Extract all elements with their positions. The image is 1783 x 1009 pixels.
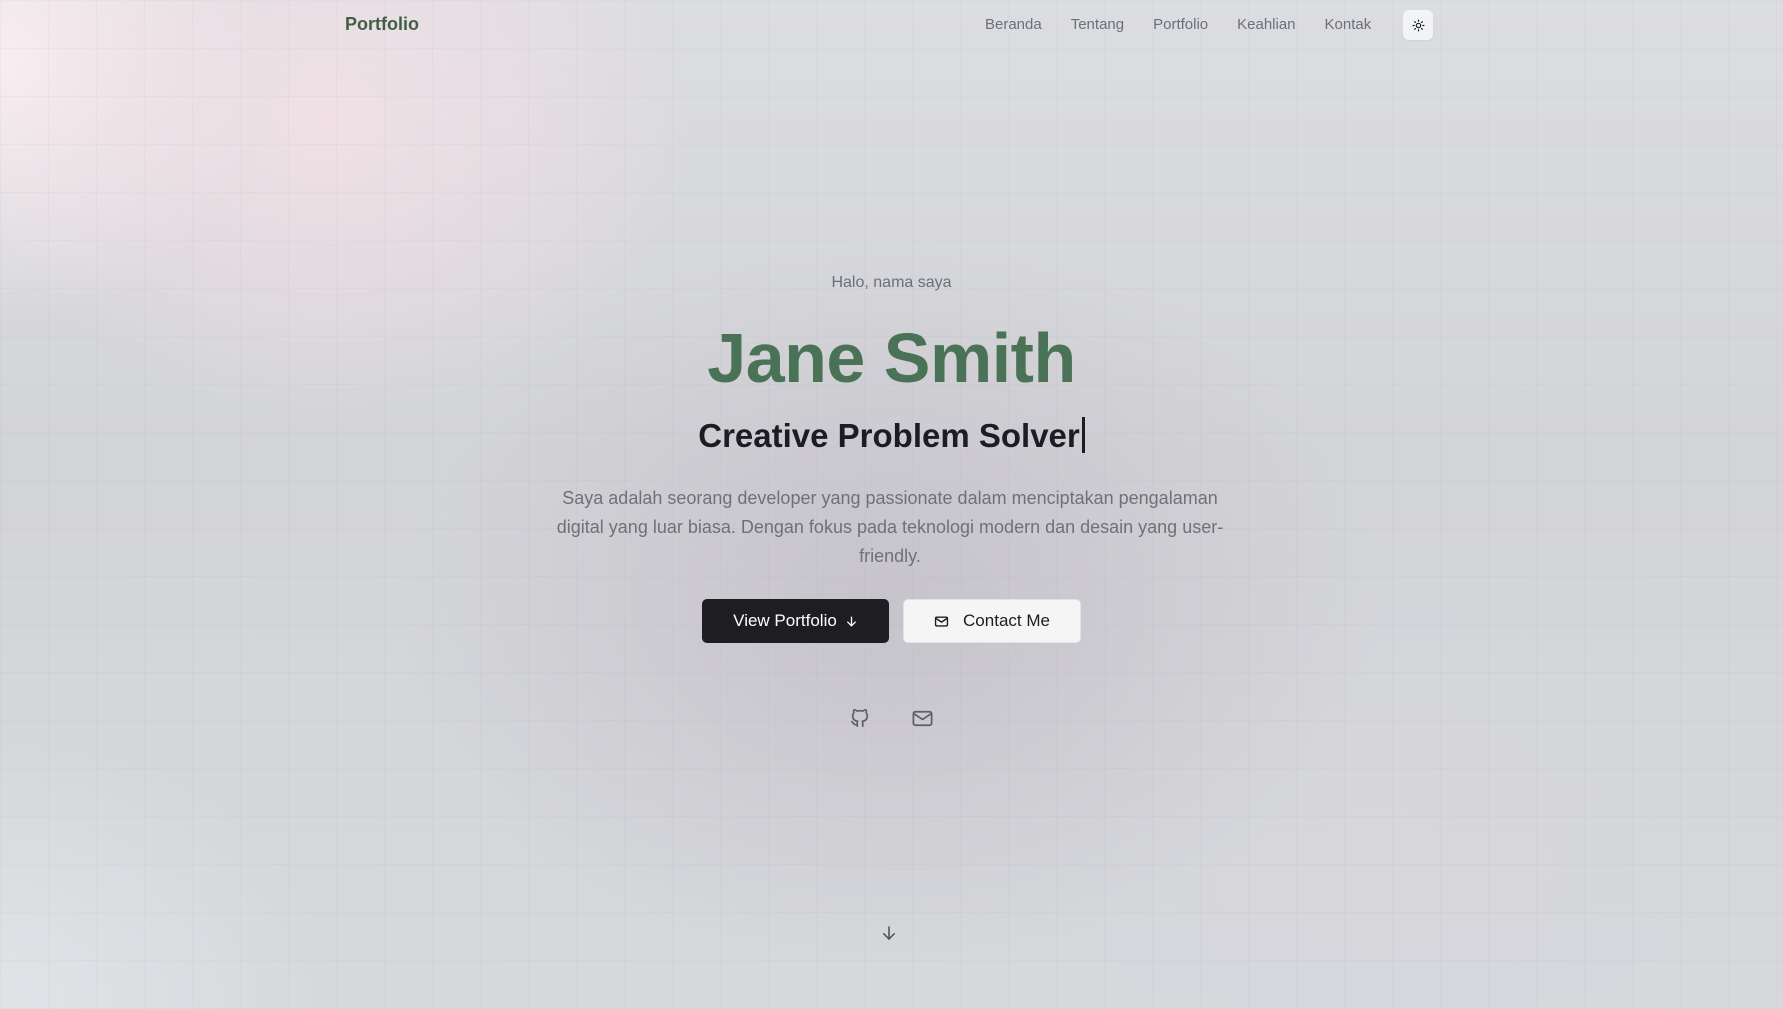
contact-me-label: Contact Me (963, 611, 1050, 630)
mail-icon (934, 615, 949, 627)
view-portfolio-label: View Portfolio (733, 611, 837, 630)
hero-section: Halo, nama saya Jane Smith Creative Prob… (0, 0, 1783, 1009)
github-link[interactable] (848, 706, 872, 730)
typing-cursor (1081, 417, 1085, 453)
mail-icon (912, 710, 932, 726)
contact-me-button[interactable]: Contact Me (903, 599, 1081, 643)
hero-name: Jane Smith (707, 319, 1076, 397)
hero-greeting: Halo, nama saya (831, 274, 952, 291)
hero-role-text: Creative Problem Solver (698, 417, 1080, 454)
github-icon (850, 708, 869, 728)
arrow-down-icon (883, 926, 895, 940)
scroll-down-button[interactable] (878, 922, 900, 944)
view-portfolio-button[interactable]: View Portfolio (702, 599, 889, 643)
hero-description: Saya adalah seorang developer yang passi… (556, 488, 1224, 566)
arrow-down-icon (846, 616, 856, 626)
email-link[interactable] (910, 706, 934, 730)
hero-actions: View Portfolio Contact Me (0, 599, 1783, 643)
hero-role: Creative Problem Solver (0, 416, 1783, 456)
social-links (848, 706, 934, 730)
